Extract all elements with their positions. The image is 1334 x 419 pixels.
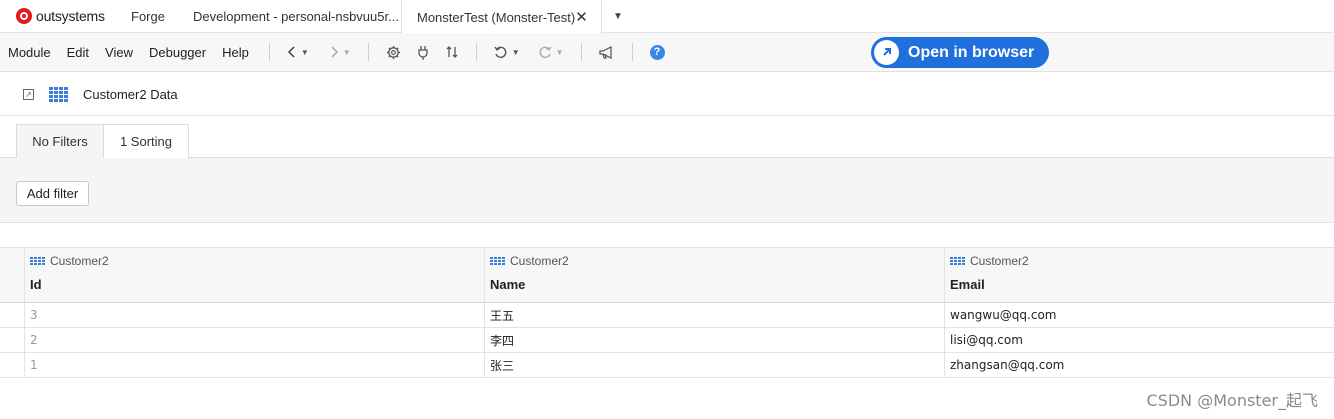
menu-edit[interactable]: Edit <box>59 45 97 60</box>
open-external-icon <box>874 40 899 65</box>
megaphone-icon <box>598 45 612 59</box>
menu-debugger[interactable]: Debugger <box>141 45 214 60</box>
logo-text: outsystems <box>36 8 105 24</box>
tab-forge[interactable]: Forge <box>110 0 174 32</box>
outsystems-logo: outsystems <box>0 0 110 32</box>
menu-toolbar: Module Edit View Debugger Help ▼ ▼ ▼ ▼ ? <box>0 33 1334 72</box>
filter-tabs: No Filters 1 Sorting <box>0 116 1334 158</box>
cell-id: 3 <box>25 303 485 327</box>
up-down-arrows-icon <box>446 46 458 58</box>
table-header: Customer2 Id Customer2 Name Customer2 Em… <box>0 247 1334 303</box>
tab-monstertest[interactable]: MonsterTest (Monster-Test) ✕ <box>401 0 602 34</box>
forward-button[interactable]: ▼ <box>324 46 356 58</box>
column-attribute-label: Email <box>950 277 985 292</box>
column-header-id[interactable]: Customer2 Id <box>25 248 485 302</box>
gear-icon <box>386 45 400 59</box>
toolbar-divider <box>475 43 477 61</box>
column-entity: Customer2 <box>30 254 484 268</box>
tab-dropdown-icon[interactable]: ▼ <box>602 0 623 32</box>
column-entity-label: Customer2 <box>50 254 109 268</box>
cell-name[interactable]: 李四 <box>485 328 945 352</box>
chevron-down-icon: ▼ <box>342 47 351 57</box>
column-entity-label: Customer2 <box>510 254 569 268</box>
outsystems-logo-icon <box>16 8 32 24</box>
publish-compare-button[interactable] <box>440 45 464 59</box>
row-gutter <box>0 353 25 377</box>
settings-button[interactable] <box>381 45 406 60</box>
row-gutter <box>0 328 25 352</box>
entity-header: ↗ Customer2 Data <box>0 73 1334 116</box>
open-in-browser-button[interactable]: Open in browser <box>871 37 1049 68</box>
toolbar-divider <box>367 43 369 61</box>
tab-development[interactable]: Development - personal-nsbvuu5r... <box>174 0 401 32</box>
tab-no-filters[interactable]: No Filters <box>16 124 104 158</box>
menu-help[interactable]: Help <box>214 45 257 60</box>
plug-button[interactable] <box>412 45 434 60</box>
cell-email[interactable]: wangwu@qq.com <box>945 303 1334 327</box>
toolbar-divider <box>580 43 582 61</box>
tab-sorting[interactable]: 1 Sorting <box>103 124 189 158</box>
popout-icon[interactable]: ↗ <box>23 88 34 100</box>
column-entity-label: Customer2 <box>970 254 1029 268</box>
plug-icon <box>418 45 428 60</box>
close-icon[interactable]: ✕ <box>575 8 588 26</box>
watermark-text: CSDN @Monster_起飞 <box>1146 391 1318 410</box>
chevron-right-icon <box>331 46 338 58</box>
table-grid-icon <box>49 86 68 102</box>
table-grid-icon <box>30 257 45 265</box>
filter-panel: Add filter <box>0 158 1334 223</box>
tab-monstertest-label: MonsterTest (Monster-Test) <box>417 9 576 25</box>
toolbar-divider <box>631 43 633 61</box>
table-row[interactable]: 2 李四 lisi@qq.com <box>0 328 1334 353</box>
window-tab-bar: outsystems Forge Development - personal-… <box>0 0 1334 34</box>
cell-name[interactable]: 王五 <box>485 303 945 327</box>
column-attribute-label: Id <box>30 277 42 292</box>
cell-email[interactable]: zhangsan@qq.com <box>945 353 1334 377</box>
column-entity: Customer2 <box>490 254 944 268</box>
cell-email[interactable]: lisi@qq.com <box>945 328 1334 352</box>
table-row[interactable]: 1 张三 zhangsan@qq.com <box>0 353 1334 378</box>
redo-button[interactable]: ▼ <box>533 45 569 59</box>
help-icon: ? <box>649 44 665 60</box>
chevron-down-icon: ▼ <box>511 47 520 57</box>
menu-module[interactable]: Module <box>0 45 59 60</box>
cell-name[interactable]: 张三 <box>485 353 945 377</box>
back-button[interactable]: ▼ <box>282 46 314 58</box>
cell-id: 2 <box>25 328 485 352</box>
row-gutter-header <box>0 248 25 302</box>
table-grid-icon <box>950 257 965 265</box>
chevron-down-icon: ▼ <box>300 47 309 57</box>
entity-title: Customer2 Data <box>83 86 178 102</box>
column-entity: Customer2 <box>950 254 1334 268</box>
column-header-email[interactable]: Customer2 Email <box>945 248 1334 302</box>
help-button[interactable]: ? <box>645 44 670 60</box>
menu-view[interactable]: View <box>97 45 141 60</box>
column-header-name[interactable]: Customer2 Name <box>485 248 945 302</box>
open-in-browser-label: Open in browser <box>908 43 1035 61</box>
toolbar-divider <box>268 43 270 61</box>
undo-icon <box>494 46 507 59</box>
data-table: Customer2 Id Customer2 Name Customer2 Em… <box>0 247 1334 378</box>
chevron-down-icon: ▼ <box>555 47 564 57</box>
table-grid-icon <box>490 257 505 265</box>
table-row[interactable]: 3 王五 wangwu@qq.com <box>0 303 1334 328</box>
undo-button[interactable]: ▼ <box>489 45 525 59</box>
chevron-left-icon <box>287 46 295 58</box>
column-attribute-label: Name <box>490 277 526 292</box>
redo-icon <box>539 46 552 59</box>
cell-id: 1 <box>25 353 485 377</box>
add-filter-button[interactable]: Add filter <box>16 181 89 206</box>
announce-button[interactable] <box>594 45 620 59</box>
row-gutter <box>0 303 25 327</box>
